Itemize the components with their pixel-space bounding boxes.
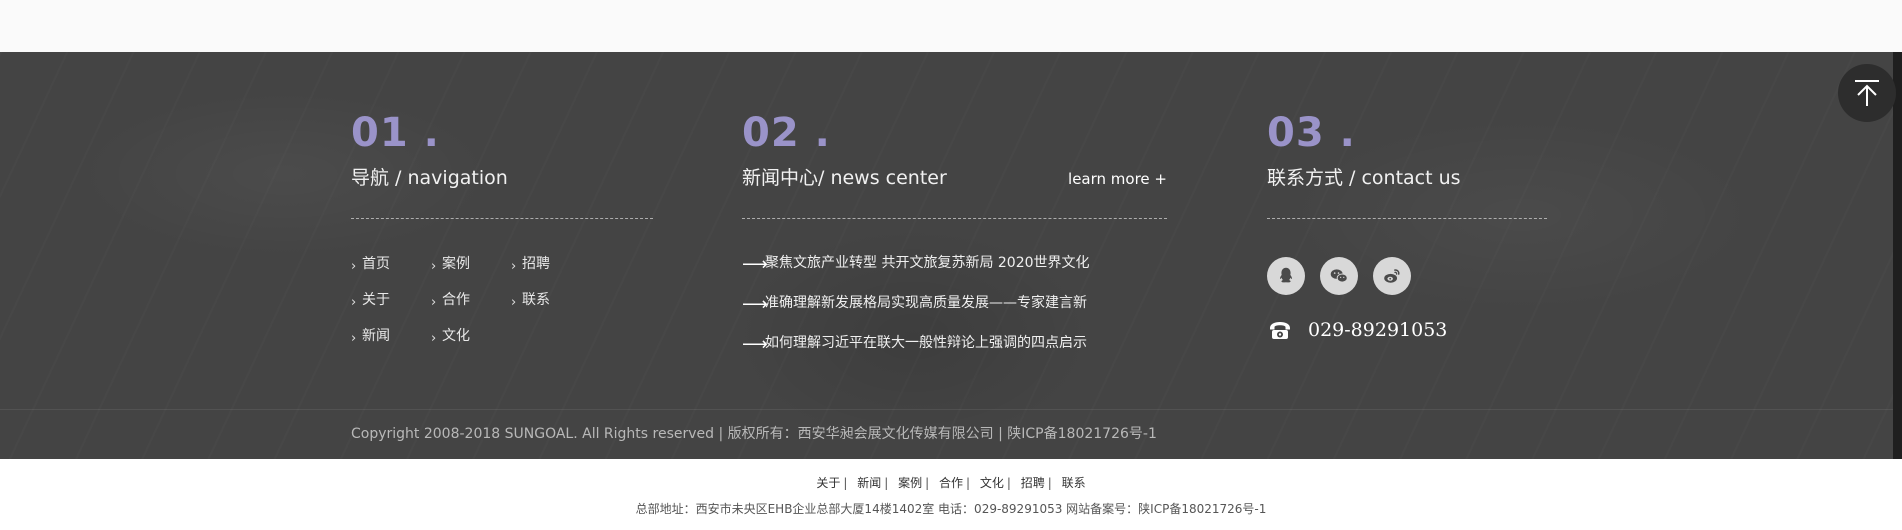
nav-link-label: 关于 [362,292,390,308]
bottom-link-news[interactable]: 新闻 [857,476,881,490]
top-strip [0,0,1902,52]
dashed-divider [742,218,1167,219]
bottom-links: 关于 | 新闻 | 案例 | 合作 | 文化 | 招聘 | 联系 [0,474,1902,491]
nav-link-label: 文化 [442,328,470,344]
dashed-divider [1267,218,1547,219]
news-item[interactable]: ⟶ 准确理解新发展格局实现高质量发展——专家建言新 [742,291,1167,315]
nav-link-cases[interactable]: › 案例 [431,253,511,275]
arrow-right-icon: ⟶ [742,293,768,315]
weibo-icon[interactable] [1373,257,1411,295]
chevron-right-icon: › [431,295,437,310]
separator: | [925,476,930,490]
section-number: 01 . [351,110,440,156]
navigation-column: 01 . 导航 / navigation › 首页 › 案例 › 招聘 › 关于 › 合作… [351,104,653,347]
bottom-link-about[interactable]: 关于 [816,476,840,490]
dashed-divider [351,218,653,219]
separator: | [1047,476,1052,490]
news-column: 02 . 新闻中心/ news center learn more + ⟶ 聚焦文… [742,104,1167,371]
news-list: ⟶ 聚焦文旅产业转型 共开文旅复苏新局 2020世界文化 ⟶ 准确理解新发展格局实现… [742,251,1167,355]
contact-column: 03 . 联系方式 / contact us 029-89291053 [1267,104,1547,343]
nav-link-news[interactable]: › 新闻 [351,325,431,347]
nav-link-partners[interactable]: › 合作 [431,289,511,311]
chevron-right-icon: › [511,259,517,274]
bottom-link-cases[interactable]: 案例 [898,476,922,490]
chevron-right-icon: › [351,331,357,346]
chevron-right-icon: › [431,331,437,346]
nav-link-label: 首页 [362,256,390,272]
social-links [1267,257,1547,295]
arrow-right-icon: ⟶ [742,333,768,355]
copyright-divider [0,409,1893,410]
nav-link-label: 案例 [442,256,470,272]
separator: | [1006,476,1011,490]
bottom-link-jobs[interactable]: 招聘 [1021,476,1045,490]
arrow-up-icon [1855,80,1879,106]
bottom-link-contact[interactable]: 联系 [1062,476,1086,490]
chevron-right-icon: › [351,295,357,310]
news-title: 如何理解习近平在联大一般性辩论上强调的四点启示 [765,335,1087,351]
nav-link-jobs[interactable]: › 招聘 [511,253,591,275]
chevron-right-icon: › [431,259,437,274]
separator: | [843,476,848,490]
section-title: 导航 / navigation [351,167,508,189]
telephone-icon [1267,317,1293,343]
nav-link-about[interactable]: › 关于 [351,289,431,311]
section-number: 03 . [1267,110,1356,156]
nav-link-contact[interactable]: › 联系 [511,289,591,311]
news-title: 聚焦文旅产业转型 共开文旅复苏新局 2020世界文化 [765,255,1090,271]
wechat-icon[interactable] [1320,257,1358,295]
phone-row: 029-89291053 [1267,317,1547,343]
page-scrollbar[interactable] [1893,52,1902,459]
nav-link-label: 招聘 [522,256,550,272]
nav-link-label: 联系 [522,292,550,308]
chevron-right-icon: › [351,259,357,274]
separator: | [966,476,971,490]
bottom-link-partners[interactable]: 合作 [939,476,963,490]
phone-number: 029-89291053 [1308,319,1448,341]
bottom-link-culture[interactable]: 文化 [980,476,1004,490]
nav-link-home[interactable]: › 首页 [351,253,431,275]
news-title: 准确理解新发展格局实现高质量发展——专家建言新 [765,295,1087,311]
nav-link-label: 新闻 [362,328,390,344]
qq-icon[interactable] [1267,257,1305,295]
address-text: 总部地址：西安市未央区EHB企业总部大厦14楼1402室 电话：029-8929… [635,502,1267,516]
nav-link-culture[interactable]: › 文化 [431,325,511,347]
section-title: 联系方式 / contact us [1267,167,1461,189]
separator: | [884,476,889,490]
arrow-right-icon: ⟶ [742,253,768,275]
news-item[interactable]: ⟶ 如何理解习近平在联大一般性辩论上强调的四点启示 [742,331,1167,355]
chevron-right-icon: › [511,295,517,310]
news-item[interactable]: ⟶ 聚焦文旅产业转型 共开文旅复苏新局 2020世界文化 [742,251,1167,275]
back-to-top-button[interactable] [1838,64,1896,122]
copyright-text: Copyright 2008-2018 SUNGOAL. All Rights … [351,426,1157,442]
nav-links: › 首页 › 案例 › 招聘 › 关于 › 合作 › 联系 › 新闻 › 文化 [351,253,653,347]
learn-more-link[interactable]: learn more + [1068,170,1167,188]
nav-link-label: 合作 [442,292,470,308]
section-number: 02 . [742,110,831,156]
